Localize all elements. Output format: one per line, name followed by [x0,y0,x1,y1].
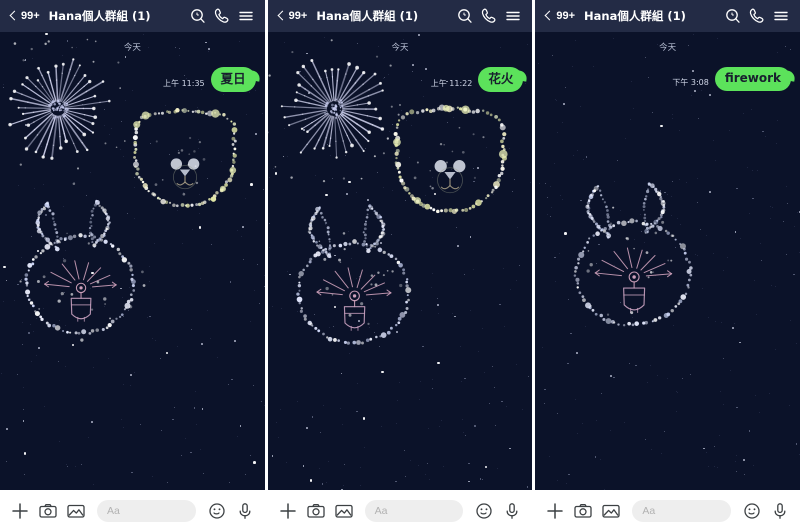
unread-badge[interactable]: 99+ [289,10,308,22]
unread-badge[interactable]: 99+ [21,10,40,22]
call-icon[interactable] [211,5,233,27]
chat-screen-3: 99+ Hana個人群組 (1) 今天 下午 3:08 firework Aa [535,0,800,532]
date-divider-2: 今天 [268,32,533,55]
three-screenshot-strip: 99+ Hana個人群組 (1) 今天 上午 11:35 夏日 Aa 99+ H… [0,0,800,532]
chat-body-2: 今天 上午 11:22 花火 [267,32,533,490]
camera-icon[interactable] [37,500,59,522]
message-row-1: 上午 11:35 夏日 [0,55,265,92]
chat-title: Hana個人群組 (1) [584,9,686,23]
chat-header-1: 99+ Hana個人群組 (1) [0,0,265,32]
chat-body-1: 今天 上午 11:35 夏日 [0,32,265,490]
back-chevron-icon[interactable] [8,9,18,23]
emoji-icon[interactable] [473,500,495,522]
message-row-3: 下午 3:08 firework [535,55,800,91]
emoji-icon[interactable] [741,500,763,522]
menu-icon[interactable] [770,5,792,27]
message-time: 上午 11:22 [430,78,473,88]
call-icon[interactable] [478,5,500,27]
search-icon[interactable] [187,5,209,27]
microphone-icon[interactable] [501,500,523,522]
message-time: 下午 3:08 [672,78,709,87]
photo-icon[interactable] [333,500,355,522]
unread-badge[interactable]: 99+ [556,10,575,22]
plus-icon[interactable] [277,500,299,522]
call-icon[interactable] [746,5,768,27]
emoji-icon[interactable] [206,500,228,522]
message-bubble[interactable]: 夏日 [210,67,256,92]
chat-title: Hana個人群組 (1) [316,9,419,23]
back-chevron-icon[interactable] [543,9,553,23]
message-bubble[interactable]: 花火 [478,67,524,92]
message-row-2: 上午 11:22 花火 [268,55,533,92]
date-divider-1: 今天 [0,32,265,55]
chat-body-3: 今天 下午 3:08 firework [535,32,800,490]
chat-screen-2: 99+ Hana個人群組 (1) 今天 上午 11:22 花火 Aa [267,0,533,532]
starfield-1 [0,32,265,490]
camera-icon[interactable] [305,500,327,522]
date-label: 今天 [123,43,141,53]
back-chevron-icon[interactable] [276,9,286,23]
camera-icon[interactable] [572,500,594,522]
chat-input-bar-1: Aa [0,490,265,532]
photo-icon[interactable] [65,500,87,522]
photo-icon[interactable] [600,500,622,522]
search-icon[interactable] [722,5,744,27]
input-placeholder: Aa [107,505,120,517]
starfield-3 [535,32,800,490]
search-icon[interactable] [454,5,476,27]
chat-header-3: 99+ Hana個人群組 (1) [535,0,800,32]
microphone-icon[interactable] [769,500,791,522]
chat-title: Hana個人群組 (1) [48,9,151,23]
plus-icon[interactable] [9,500,31,522]
date-label: 今天 [391,43,409,53]
message-time: 上午 11:35 [163,78,205,88]
chat-input-bar-3: Aa [535,490,800,532]
chat-header-2: 99+ Hana個人群組 (1) [267,0,533,32]
message-input[interactable]: Aa [97,500,196,522]
message-bubble[interactable]: firework [714,67,792,91]
date-label: 今天 [659,43,677,53]
menu-icon[interactable] [502,5,524,27]
starfield-2 [268,32,533,490]
message-input[interactable]: Aa [364,500,464,522]
input-placeholder: Aa [642,505,656,517]
message-input[interactable]: Aa [632,500,732,522]
microphone-icon[interactable] [234,500,256,522]
plus-icon[interactable] [544,500,566,522]
chat-screen-1: 99+ Hana個人群組 (1) 今天 上午 11:35 夏日 Aa [0,0,265,532]
menu-icon[interactable] [235,5,257,27]
input-placeholder: Aa [374,505,388,517]
chat-input-bar-2: Aa [267,490,533,532]
date-divider-3: 今天 [535,32,800,55]
